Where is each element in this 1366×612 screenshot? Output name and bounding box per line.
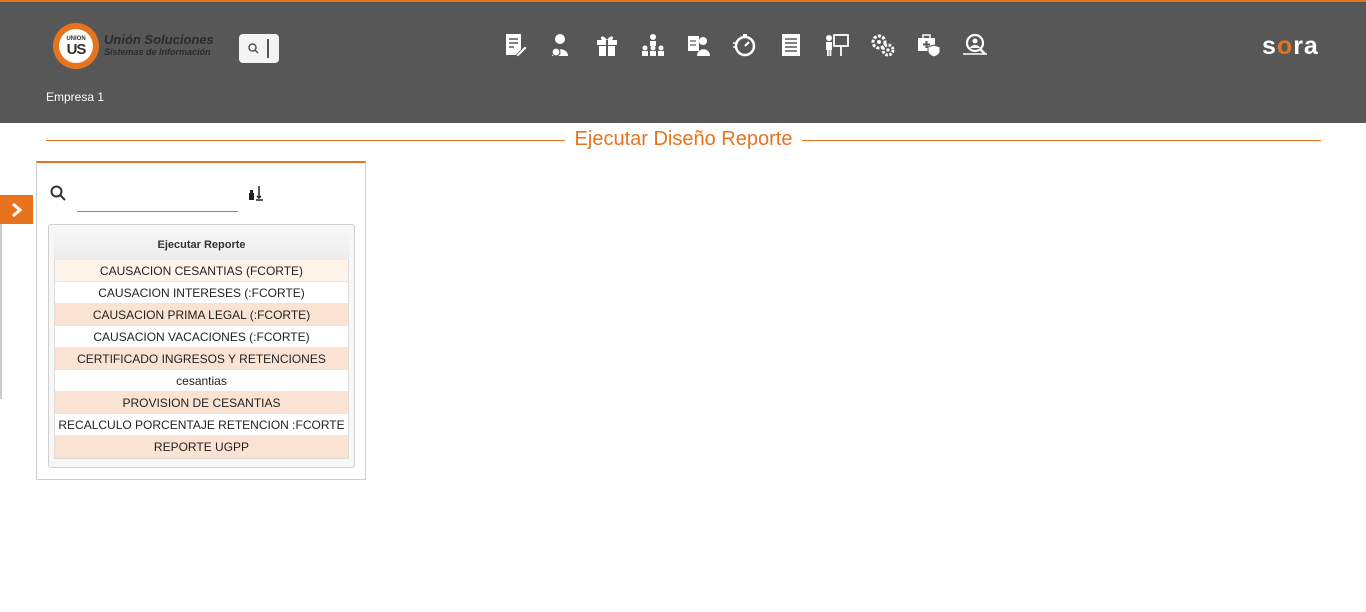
report-item[interactable]: cesantias bbox=[55, 370, 348, 392]
top-bar: UNION US Unión Soluciones Sistemas de In… bbox=[0, 0, 1366, 123]
logo-badge: UNION US bbox=[53, 23, 99, 69]
presentation-icon[interactable] bbox=[814, 30, 860, 60]
sidebar-edge bbox=[0, 224, 2, 399]
report-list-header: Ejecutar Reporte bbox=[54, 230, 349, 260]
brand-part2: o bbox=[1276, 32, 1294, 60]
id-card-person-icon[interactable] bbox=[676, 30, 722, 60]
report-item[interactable]: CAUSACION PRIMA LEGAL (:FCORTE) bbox=[55, 304, 348, 326]
clear-filter-icon[interactable] bbox=[248, 185, 264, 201]
person-money-icon[interactable] bbox=[538, 30, 584, 60]
gears-icon[interactable] bbox=[860, 30, 906, 60]
company-name[interactable]: Empresa 1 bbox=[46, 90, 104, 104]
report-item[interactable]: REPORTE UGPP bbox=[55, 436, 348, 458]
global-search-button[interactable] bbox=[239, 34, 279, 63]
report-item[interactable]: CAUSACION CESANTIAS (FCORTE) bbox=[55, 260, 348, 282]
logo-badge-big-text: US bbox=[66, 40, 87, 58]
report-panel: Ejecutar Reporte CAUSACION CESANTIAS (FC… bbox=[36, 161, 366, 480]
report-item[interactable]: CAUSACION VACACIONES (:FCORTE) bbox=[55, 326, 348, 348]
report-item[interactable]: PROVISION DE CESANTIAS bbox=[55, 392, 348, 414]
report-item[interactable]: RECALCULO PORCENTAJE RETENCION :FCORTE bbox=[55, 414, 348, 436]
report-list-box: Ejecutar Reporte CAUSACION CESANTIAS (FC… bbox=[48, 224, 355, 468]
edit-document-icon[interactable] bbox=[492, 30, 538, 60]
gift-icon[interactable] bbox=[584, 30, 630, 60]
logo-title: Unión Soluciones bbox=[104, 32, 214, 47]
document-list-icon[interactable] bbox=[768, 30, 814, 60]
search-icon bbox=[248, 43, 259, 54]
search-people-icon[interactable] bbox=[952, 30, 998, 60]
brand-part3: ra bbox=[1293, 32, 1319, 60]
brand-part1: s bbox=[1262, 32, 1277, 60]
report-item[interactable]: CERTIFICADO INGRESOS Y RETENCIONES bbox=[55, 348, 348, 370]
report-search-input[interactable] bbox=[77, 181, 238, 212]
chevron-right-icon bbox=[11, 202, 22, 217]
medical-shield-icon[interactable] bbox=[906, 30, 952, 60]
stopwatch-icon[interactable] bbox=[722, 30, 768, 60]
search-icon bbox=[50, 185, 66, 201]
page-title: Ejecutar Diseño Reporte bbox=[564, 128, 803, 150]
search-caret bbox=[267, 39, 269, 58]
report-item[interactable]: CAUSACION INTERESES (:FCORTE) bbox=[55, 282, 348, 304]
org-chart-icon[interactable] bbox=[630, 30, 676, 60]
logo-subtitle: Sistemas de Información bbox=[104, 47, 211, 57]
sidebar-toggle-button[interactable] bbox=[0, 195, 33, 224]
report-list: CAUSACION CESANTIAS (FCORTE) CAUSACION I… bbox=[54, 260, 349, 459]
main-nav bbox=[492, 30, 998, 60]
sora-brand-logo: sora bbox=[1262, 32, 1319, 61]
union-soluciones-logo[interactable]: UNION US Unión Soluciones Sistemas de In… bbox=[53, 23, 223, 69]
page-title-row: Ejecutar Diseño Reporte bbox=[46, 126, 1321, 154]
